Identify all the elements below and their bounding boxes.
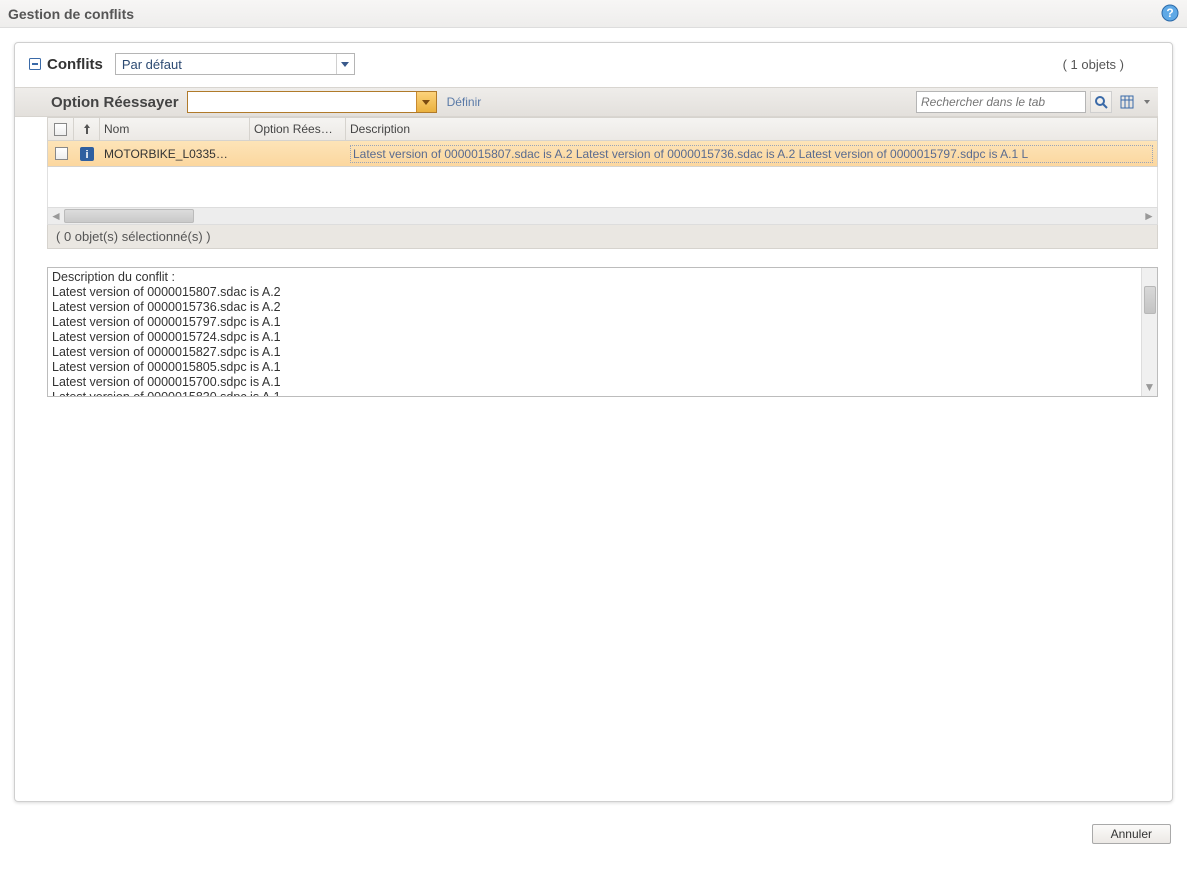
checkbox-icon: [54, 123, 67, 136]
column-header-nom[interactable]: Nom: [100, 118, 250, 140]
chevron-down-icon: [1144, 100, 1150, 104]
define-link[interactable]: Définir: [447, 95, 482, 109]
chevron-down-icon: [341, 62, 349, 67]
detail-line: Latest version of 0000015807.sdac is A.2: [52, 285, 1137, 300]
vertical-scrollbar[interactable]: ▼: [1141, 268, 1157, 396]
search-button[interactable]: [1090, 91, 1112, 113]
checkbox-icon: [55, 147, 68, 160]
arrow-up-icon: [83, 123, 91, 135]
section-title: Conflits: [47, 56, 103, 73]
detail-line: Latest version of 0000015827.sdpc is A.1: [52, 345, 1137, 360]
search-icon: [1094, 95, 1108, 109]
row-description-cell: Latest version of 0000015807.sdac is A.2…: [346, 141, 1157, 166]
row-checkbox-cell[interactable]: [48, 141, 74, 166]
section-header: Conflits Par défaut ( 1 objets ): [15, 53, 1172, 81]
columns-menu-button[interactable]: [1142, 91, 1152, 113]
detail-header: Description du conflit :: [52, 270, 1137, 285]
sort-column-header[interactable]: [74, 118, 100, 140]
svg-text:i: i: [85, 149, 88, 161]
retry-option-value: [188, 92, 416, 112]
toolbar-right: [916, 91, 1152, 113]
detail-line: Latest version of 0000015805.sdpc is A.1: [52, 360, 1137, 375]
view-selector-value: Par défaut: [116, 57, 188, 72]
detail-line: Latest version of 0000015700.sdpc is A.1: [52, 375, 1137, 390]
retry-option-label: Option Réessayer: [51, 94, 179, 111]
object-count: ( 1 objets ): [1063, 57, 1158, 72]
window-title: Gestion de conflits: [8, 6, 134, 22]
column-header-description[interactable]: Description: [346, 118, 1157, 140]
grid-empty-area: [47, 167, 1158, 207]
footer: Annuler: [0, 816, 1187, 858]
row-type-icon-cell: i: [74, 141, 100, 166]
conflicts-grid: Nom Option Rées… Description i MOTORBIKE…: [47, 117, 1158, 249]
collapse-icon[interactable]: [29, 58, 41, 70]
view-selector-combo[interactable]: Par défaut: [115, 53, 355, 75]
conflict-dialog: Gestion de conflits ? Conflits Par défau…: [0, 0, 1187, 858]
scroll-down-button[interactable]: ▼: [1144, 380, 1156, 396]
view-selector-dropdown-button[interactable]: [336, 54, 354, 74]
chevron-down-icon: [422, 100, 430, 105]
toolbar: Option Réessayer Définir: [15, 87, 1158, 117]
scroll-left-button[interactable]: ◄: [48, 208, 64, 224]
title-bar: Gestion de conflits ?: [0, 0, 1187, 28]
horizontal-scrollbar[interactable]: ◄ ►: [47, 207, 1158, 225]
search-input[interactable]: [917, 95, 1057, 109]
search-box: [916, 91, 1086, 113]
detail-line: Latest version of 0000015724.sdpc is A.1: [52, 330, 1137, 345]
detail-line: Latest version of 0000015736.sdac is A.2: [52, 300, 1137, 315]
row-nom: MOTORBIKE_L0335…: [100, 141, 250, 166]
info-icon: i: [79, 146, 95, 162]
select-all-header[interactable]: [48, 118, 74, 140]
scroll-thumb[interactable]: [64, 209, 194, 223]
columns-button[interactable]: [1116, 91, 1138, 113]
help-icon[interactable]: ?: [1161, 4, 1179, 22]
scroll-right-button[interactable]: ►: [1141, 208, 1157, 224]
svg-text:?: ?: [1166, 6, 1173, 20]
column-header-option[interactable]: Option Rées…: [250, 118, 346, 140]
retry-option-combo[interactable]: [187, 91, 437, 113]
table-row[interactable]: i MOTORBIKE_L0335… Latest version of 000…: [47, 141, 1158, 167]
detail-line: Latest version of 0000015797.sdpc is A.1: [52, 315, 1137, 330]
grid-header-row: Nom Option Rées… Description: [47, 117, 1158, 141]
detail-line: Latest version of 0000015830.sdpc is A.1: [52, 390, 1137, 396]
selection-status-bar: ( 0 objet(s) sélectionné(s) ): [47, 225, 1158, 249]
row-option: [250, 141, 346, 166]
cancel-button[interactable]: Annuler: [1092, 824, 1171, 844]
scroll-thumb[interactable]: [1144, 286, 1156, 314]
row-description: Latest version of 0000015807.sdac is A.2…: [350, 145, 1153, 163]
conflict-detail-box: Description du conflit : Latest version …: [47, 267, 1158, 397]
retry-option-dropdown-button[interactable]: [416, 92, 436, 112]
table-columns-icon: [1120, 95, 1134, 109]
conflict-detail-text: Description du conflit : Latest version …: [48, 268, 1141, 396]
main-panel: Conflits Par défaut ( 1 objets ) Option …: [14, 42, 1173, 802]
